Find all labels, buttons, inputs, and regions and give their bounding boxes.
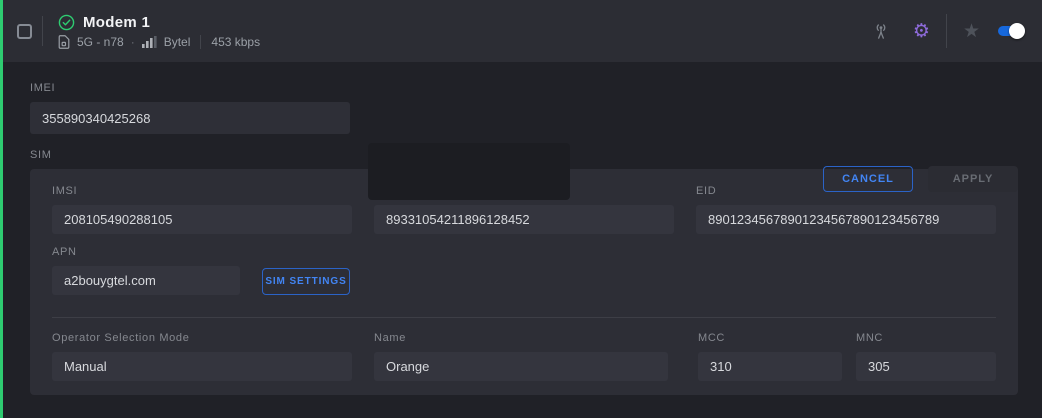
signal-bars-icon bbox=[142, 36, 157, 48]
cell-scan-icon[interactable] bbox=[871, 21, 891, 41]
modem-title: Modem 1 bbox=[83, 14, 150, 31]
header-divider bbox=[42, 16, 43, 46]
sim-card-icon bbox=[58, 35, 70, 49]
network-band-label: 5G - n78 bbox=[77, 35, 124, 49]
modem-select-checkbox[interactable] bbox=[17, 24, 32, 39]
mnc-field: MNC bbox=[856, 332, 996, 381]
imsi-input[interactable] bbox=[52, 205, 352, 234]
cancel-button[interactable]: CANCEL bbox=[823, 166, 913, 192]
apn-input[interactable] bbox=[52, 266, 240, 295]
mcc-input[interactable] bbox=[698, 352, 842, 381]
imei-field: IMEI bbox=[30, 82, 350, 134]
apn-label: APN bbox=[52, 246, 240, 258]
mcc-field: MCC bbox=[698, 332, 842, 381]
carrier-label: Bytel bbox=[164, 35, 191, 49]
mcc-label: MCC bbox=[698, 332, 842, 344]
mnc-input[interactable] bbox=[856, 352, 996, 381]
gear-icon[interactable]: ⚙ bbox=[913, 22, 930, 41]
operator-name-input[interactable] bbox=[374, 352, 668, 381]
sim-settings-button[interactable]: SIM SETTINGS bbox=[262, 268, 350, 295]
star-favorite-icon[interactable]: ★ bbox=[963, 22, 980, 41]
card-divider bbox=[52, 317, 996, 318]
eid-input[interactable] bbox=[696, 205, 996, 234]
imei-input[interactable] bbox=[30, 102, 350, 134]
status-ok-icon bbox=[58, 14, 75, 31]
left-accent-bar bbox=[0, 0, 3, 418]
eid-field: EID bbox=[696, 185, 996, 234]
imei-label: IMEI bbox=[30, 82, 350, 94]
operator-mode-input[interactable] bbox=[52, 352, 352, 381]
apn-field: APN bbox=[52, 246, 240, 295]
modem-title-block: Modem 1 5G - n78 · bbox=[58, 14, 260, 49]
iccid-input[interactable] bbox=[374, 205, 674, 234]
dot-separator: · bbox=[131, 36, 135, 48]
modem-panel: Modem 1 5G - n78 · bbox=[0, 0, 1042, 418]
operator-name-label: Name bbox=[374, 332, 668, 344]
form-actions: CANCEL APPLY bbox=[823, 166, 1018, 192]
modem-header: Modem 1 5G - n78 · bbox=[0, 0, 1042, 62]
header-divider-right bbox=[946, 14, 947, 48]
modem-settings-form: IMEI CANCEL APPLY SIM IMSI ICCID EID bbox=[0, 62, 1042, 395]
imsi-field: IMSI bbox=[52, 185, 352, 234]
operator-mode-field: Operator Selection Mode bbox=[52, 332, 352, 381]
imsi-label: IMSI bbox=[52, 185, 352, 197]
sim-card-panel: IMSI ICCID EID APN SIM SETTINGS bbox=[30, 169, 1018, 395]
speed-label: 453 kbps bbox=[211, 35, 260, 49]
background-shade bbox=[368, 143, 570, 200]
operator-name-field: Name bbox=[374, 332, 668, 381]
operator-mode-label: Operator Selection Mode bbox=[52, 332, 352, 344]
toggle-knob bbox=[1009, 23, 1025, 39]
sub-divider bbox=[200, 35, 201, 49]
mnc-label: MNC bbox=[856, 332, 996, 344]
apply-button[interactable]: APPLY bbox=[928, 166, 1018, 192]
modem-enable-toggle[interactable] bbox=[998, 26, 1022, 36]
